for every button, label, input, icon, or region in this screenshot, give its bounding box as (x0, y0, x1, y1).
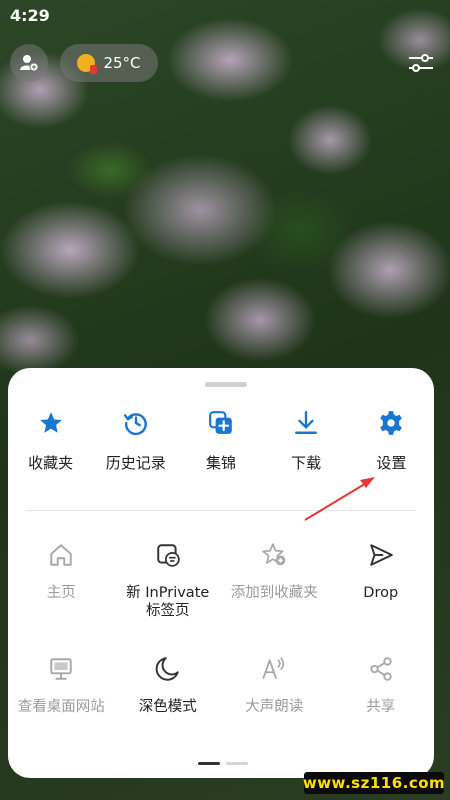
page-dot-active[interactable] (198, 762, 220, 765)
menu-item-drop[interactable]: Drop (328, 540, 435, 620)
menu-item-share[interactable]: 共享 (328, 654, 435, 716)
sliders-icon[interactable] (408, 52, 434, 74)
star-icon (39, 412, 62, 433)
menu-item-settings[interactable]: 设置 (349, 408, 434, 473)
menu-item-label: 设置 (376, 454, 407, 472)
collections-icon (209, 411, 232, 434)
menu-item-label: 查看桌面网站 (17, 699, 105, 715)
menu-item-read-aloud[interactable]: 大声朗读 (221, 654, 328, 716)
desktop-icon (50, 658, 72, 680)
weather-temperature: 25°C (103, 54, 141, 72)
gear-icon (380, 411, 403, 435)
menu-item-view-desktop-site[interactable]: 查看桌面网站 (8, 654, 115, 716)
history-icon (123, 413, 147, 436)
browser-menu-sheet: 收藏夹 历史记录 集锦 下载 设置 主页 新 InPrivate 标签页 添加到… (8, 368, 434, 778)
menu-item-label: 主页 (46, 585, 76, 601)
menu-item-label: 下载 (291, 454, 322, 472)
sun-icon (77, 54, 98, 74)
menu-item-label: 大声朗读 (245, 699, 304, 715)
moon-icon (155, 657, 179, 681)
secondary-menu-row: 主页 新 InPrivate 标签页 添加到收藏夹 Drop (8, 540, 434, 620)
primary-menu-row: 收藏夹 历史记录 集锦 下载 设置 (8, 408, 434, 473)
download-icon (295, 410, 318, 434)
menu-item-history[interactable]: 历史记录 (93, 408, 178, 473)
inprivate-icon (157, 544, 180, 567)
menu-divider (26, 510, 416, 511)
add-favorite-icon (262, 543, 286, 566)
menu-item-label: Drop (363, 585, 399, 601)
secondary-menu-row: 查看桌面网站 深色模式 大声朗读 共享 (8, 654, 434, 716)
menu-item-label: 收藏夹 (28, 454, 74, 472)
menu-item-new-inprivate-tab[interactable]: 新 InPrivate 标签页 (115, 540, 222, 620)
menu-item-label: 集锦 (205, 454, 236, 472)
profile-button[interactable] (10, 44, 48, 82)
profile-icon (20, 55, 39, 72)
menu-item-favorites[interactable]: 收藏夹 (8, 408, 93, 473)
send-icon (370, 544, 393, 566)
menu-item-home[interactable]: 主页 (8, 540, 115, 620)
menu-item-collections[interactable]: 集锦 (178, 408, 263, 473)
menu-item-label: 历史记录 (105, 454, 166, 472)
read-aloud-icon (262, 657, 285, 680)
menu-item-dark-mode[interactable]: 深色模式 (115, 654, 222, 716)
page-indicator (198, 762, 248, 765)
menu-item-label-line2: 标签页 (145, 603, 190, 619)
menu-item-label: 添加到收藏夹 (230, 585, 318, 601)
share-icon (370, 657, 392, 681)
sheet-drag-handle[interactable] (205, 382, 247, 387)
menu-item-label-line1: 新 InPrivate (126, 585, 210, 601)
menu-item-label: 新 InPrivate 标签页 (126, 584, 209, 620)
menu-item-add-to-favorites[interactable]: 添加到收藏夹 (221, 540, 328, 620)
status-time: 4:29 (10, 6, 50, 25)
weather-widget[interactable]: 25°C (60, 44, 158, 82)
menu-item-label: 共享 (366, 699, 396, 715)
page-dot[interactable] (226, 762, 248, 765)
home-icon (50, 544, 72, 566)
watermark: www.sz116.com (302, 772, 446, 794)
menu-item-downloads[interactable]: 下载 (264, 408, 349, 473)
menu-item-label: 深色模式 (138, 699, 197, 715)
